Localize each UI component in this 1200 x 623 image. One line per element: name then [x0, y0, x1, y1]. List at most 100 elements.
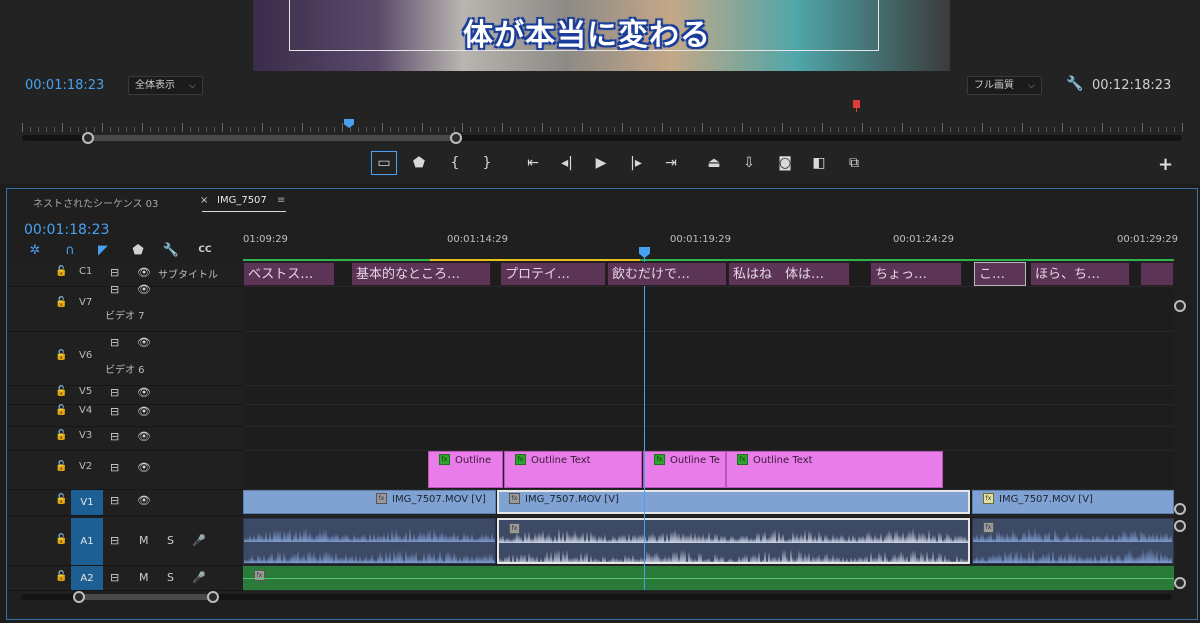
zoom-select[interactable]: 全体表示 ⌵: [128, 76, 203, 95]
eye-icon[interactable]: 👁: [137, 386, 151, 399]
eye-icon[interactable]: 👁: [137, 461, 151, 474]
tab-nested-sequence[interactable]: ネストされたシーケンス 03: [33, 195, 158, 210]
sync-lock-icon[interactable]: ⊟: [110, 336, 119, 349]
proxy-toggle-button[interactable]: ⧉: [842, 152, 866, 174]
sync-lock-icon[interactable]: ⊟: [110, 405, 119, 418]
source-patch-v1[interactable]: V1: [71, 490, 103, 515]
marker-red-icon[interactable]: [853, 100, 860, 108]
sync-lock-icon[interactable]: ⊟: [110, 461, 119, 474]
eye-icon[interactable]: 👁: [137, 405, 151, 418]
v1-clip-selected[interactable]: fx IMG_7507.MOV [V]: [497, 490, 970, 514]
timeline-timecode[interactable]: 00:01:18:23: [24, 222, 109, 238]
snap-icon[interactable]: ✲: [24, 241, 46, 259]
lock-icon[interactable]: 🔓: [55, 461, 67, 472]
quality-select[interactable]: フル画質 ⌵: [967, 76, 1042, 95]
close-icon[interactable]: ×: [200, 195, 208, 206]
v2-clip[interactable]: fx Outline Text: [726, 451, 943, 488]
track-lane-v6[interactable]: [243, 332, 1174, 386]
add-marker-button[interactable]: ⬟: [407, 152, 431, 174]
captions-icon[interactable]: CC: [194, 241, 216, 259]
track-lane-v7[interactable]: [243, 287, 1174, 332]
scroll-handle-right[interactable]: [450, 132, 462, 144]
a-scroll-handle-bottom[interactable]: [1174, 577, 1186, 589]
monitor-time-ruler[interactable]: [22, 117, 1183, 135]
step-back-button[interactable]: ◂|: [555, 152, 579, 174]
eye-icon[interactable]: 👁: [137, 266, 151, 279]
mark-in-button[interactable]: {: [443, 152, 467, 174]
eye-icon[interactable]: 👁: [137, 494, 151, 507]
scroll-handle-left[interactable]: [82, 132, 94, 144]
lift-button[interactable]: ⏏: [702, 152, 726, 174]
v1-clip[interactable]: fx IMG_7507.MOV [V]: [972, 490, 1174, 514]
caption-clip[interactable]: [1140, 262, 1174, 286]
step-forward-button[interactable]: |▸: [624, 152, 648, 174]
caption-clip[interactable]: プロテイ…: [500, 262, 606, 286]
lock-icon[interactable]: 🔓: [55, 297, 67, 308]
add-button-icon[interactable]: +: [1158, 154, 1173, 175]
caption-clip[interactable]: 私はね 体は…: [728, 262, 850, 286]
microphone-icon[interactable]: 🎤: [192, 534, 206, 547]
sync-lock-icon[interactable]: ⊟: [110, 430, 119, 443]
a-scroll-handle-top[interactable]: [1174, 520, 1186, 532]
eye-icon[interactable]: 👁: [137, 283, 151, 296]
lock-icon[interactable]: 🔓: [55, 430, 67, 441]
source-patch-a2[interactable]: A2: [71, 566, 103, 590]
timeline-h-scrollthumb[interactable]: [78, 594, 212, 600]
sync-lock-icon[interactable]: ⊟: [110, 534, 119, 547]
v2-clip[interactable]: fx Outline Text: [504, 451, 642, 488]
mute-button[interactable]: M: [139, 571, 149, 584]
safe-margins-button[interactable]: ▭: [371, 151, 397, 175]
monitor-zoom-scrollthumb[interactable]: [87, 135, 455, 141]
eye-icon[interactable]: 👁: [137, 336, 151, 349]
timeline-ruler[interactable]: 01:09:29 00:01:14:29 00:01:19:29 00:01:2…: [243, 234, 1178, 260]
marker-icon[interactable]: ⬟: [127, 241, 149, 259]
v-scroll-handle-top[interactable]: [1174, 300, 1186, 312]
export-frame-button[interactable]: ◙: [773, 152, 797, 174]
sync-lock-icon[interactable]: ⊟: [110, 571, 119, 584]
mark-out-button[interactable]: }: [475, 152, 499, 174]
go-to-in-button[interactable]: ⇤: [521, 152, 545, 174]
magnet-icon[interactable]: ∩: [59, 241, 81, 259]
tab-img-7507[interactable]: IMG_7507: [217, 195, 267, 206]
lock-icon[interactable]: 🔓: [55, 534, 67, 545]
timeline-scroll-handle-right[interactable]: [207, 591, 219, 603]
lock-icon[interactable]: 🔓: [55, 405, 67, 416]
solo-button[interactable]: S: [167, 534, 174, 547]
source-patch-a1[interactable]: A1: [71, 518, 103, 565]
lock-icon[interactable]: 🔓: [55, 266, 67, 277]
extract-button[interactable]: ⇩: [737, 152, 761, 174]
sync-lock-icon[interactable]: ⊟: [110, 494, 119, 507]
caption-clip[interactable]: ちょっ…: [870, 262, 962, 286]
sync-lock-icon[interactable]: ⊟: [110, 266, 119, 279]
lock-icon[interactable]: 🔓: [55, 494, 67, 505]
a1-clip[interactable]: fx: [972, 518, 1174, 564]
compare-view-button[interactable]: ◧: [807, 152, 831, 174]
caption-clip[interactable]: ベストス…: [243, 262, 335, 286]
a1-clip-selected[interactable]: fx: [497, 518, 970, 564]
v1-clip[interactable]: fx IMG_7507.MOV [V]: [243, 490, 496, 514]
wrench-icon[interactable]: 🔧: [160, 241, 182, 259]
v2-clip[interactable]: fx Outline Te: [643, 451, 726, 488]
track-lane-v3[interactable]: [243, 427, 1174, 451]
linked-selection-icon[interactable]: ◤: [92, 241, 114, 259]
a1-clip[interactable]: [243, 518, 496, 564]
mute-button[interactable]: M: [139, 534, 149, 547]
go-to-out-button[interactable]: ⇥: [659, 152, 683, 174]
track-lane-v5[interactable]: [243, 386, 1174, 405]
current-timecode[interactable]: 00:01:18:23: [25, 78, 104, 93]
timeline-scroll-handle-left[interactable]: [73, 591, 85, 603]
microphone-icon[interactable]: 🎤: [192, 571, 206, 584]
solo-button[interactable]: S: [167, 571, 174, 584]
sync-lock-icon[interactable]: ⊟: [110, 283, 119, 296]
caption-clip[interactable]: ほら、ち…: [1030, 262, 1130, 286]
settings-wrench-icon[interactable]: 🔧: [1066, 76, 1083, 92]
v-scroll-handle-bottom[interactable]: [1174, 503, 1186, 515]
caption-clip[interactable]: 基本的なところ…: [351, 262, 491, 286]
caption-clip[interactable]: こ…: [974, 262, 1026, 286]
lock-icon[interactable]: 🔓: [55, 386, 67, 397]
lock-icon[interactable]: 🔓: [55, 350, 67, 361]
play-button[interactable]: ▶: [589, 152, 613, 174]
tab-menu-icon[interactable]: ≡: [277, 195, 285, 206]
eye-icon[interactable]: 👁: [137, 430, 151, 443]
sync-lock-icon[interactable]: ⊟: [110, 386, 119, 399]
